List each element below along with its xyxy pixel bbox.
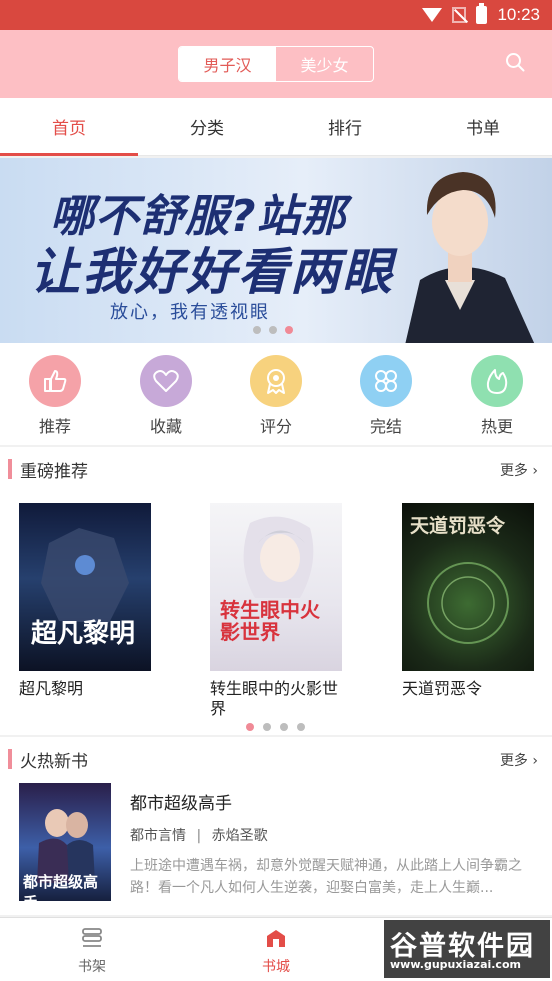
category-recommend[interactable]: 推荐	[20, 355, 90, 437]
flame-icon	[471, 355, 523, 407]
clover-icon	[360, 355, 412, 407]
category-completed[interactable]: 完结	[351, 355, 421, 437]
search-icon[interactable]	[505, 52, 525, 72]
book-title: 超凡黎明	[19, 679, 84, 698]
thumbs-up-icon	[29, 355, 81, 407]
book-cover: 转生眼中火影世界	[210, 503, 342, 671]
more-link[interactable]: 更多 ›	[500, 750, 538, 770]
book-cover: 都市超级高手	[19, 783, 111, 901]
book-title: 天道罚恶令	[402, 679, 483, 698]
banner-headline-2: 让我好好看两眼	[30, 243, 394, 301]
banner-character-image	[405, 172, 535, 343]
tab-category[interactable]: 分类	[138, 98, 276, 155]
section-marker	[8, 749, 12, 769]
book-cover: 天道罚恶令	[402, 503, 534, 671]
book-title: 都市超级高手	[130, 794, 232, 814]
pager-dot[interactable]	[297, 723, 305, 731]
nav-label: 书架	[78, 959, 106, 975]
cover-title: 天道罚恶令	[410, 515, 506, 537]
medal-icon	[250, 355, 302, 407]
gender-tab-female[interactable]: 美少女	[276, 47, 373, 81]
section-header: 火热新书 更多 ›	[0, 737, 552, 781]
cover-title: 都市超级高手	[23, 873, 99, 901]
book-description: 上班途中遭遇车祸，却意外觉醒天赋神通，从此踏上人间争霸之路！看一个凡人如何人生逆…	[130, 858, 522, 896]
tab-ranking[interactable]: 排行	[276, 98, 414, 155]
hot-new-section: 火热新书 更多 › 都市超级高手 都市超级高手 都市言情 | 赤焰圣歌 上班途中…	[0, 737, 552, 915]
pager-dot-active[interactable]	[285, 326, 293, 334]
pager-dot[interactable]	[253, 326, 261, 334]
status-time: 10:23	[497, 5, 540, 24]
banner-pager	[253, 326, 293, 334]
more-link[interactable]: 更多 ›	[500, 460, 538, 480]
section-marker	[8, 459, 12, 479]
more-label: 更多	[499, 753, 528, 769]
book-cover: 超凡黎明	[19, 503, 151, 671]
category-rating[interactable]: 评分	[241, 355, 311, 437]
featured-section: 重磅推荐 更多 › 超凡黎明 超凡黎明 转生眼中火影世界 转生眼中的火影世界 天…	[0, 447, 552, 735]
section-title: 火热新书	[20, 752, 88, 772]
wifi-icon	[422, 8, 443, 22]
book-genre: 都市言情	[130, 828, 186, 844]
chevron-right-icon: ›	[532, 463, 538, 479]
book-card[interactable]: 转生眼中火影世界 转生眼中的火影世界	[210, 503, 342, 719]
nav-label: 书城	[262, 959, 290, 975]
pager-dot[interactable]	[280, 723, 288, 731]
tab-home[interactable]: 首页	[0, 98, 138, 156]
watermark-url: www.gupuxiazai.com	[390, 958, 521, 971]
status-bar: 10:23	[0, 0, 552, 30]
bookshelf-icon	[82, 928, 102, 947]
promo-banner[interactable]: 哪不舒服?站那 让我好好看两眼 放心，我有透视眼	[0, 158, 552, 343]
nav-bookstore[interactable]: 书城	[246, 926, 306, 976]
more-label: 更多	[499, 463, 528, 479]
no-sim-icon	[452, 7, 467, 23]
nav-bookshelf[interactable]: 书架	[62, 926, 122, 976]
category-favorites[interactable]: 收藏	[131, 355, 201, 437]
gender-toggle: 男子汉 美少女	[178, 46, 374, 82]
book-meta: 都市言情 | 赤焰圣歌	[130, 825, 268, 845]
category-label: 推荐	[38, 417, 71, 436]
heart-icon	[140, 355, 192, 407]
category-label: 完结	[369, 417, 402, 436]
category-label: 收藏	[149, 417, 182, 436]
category-label: 评分	[259, 417, 292, 436]
book-list-item[interactable]: 都市超级高手 都市超级高手 都市言情 | 赤焰圣歌 上班途中遭遇车祸，却意外觉醒…	[0, 783, 552, 909]
category-hot-update[interactable]: 热更	[462, 355, 532, 437]
gender-tab-male[interactable]: 男子汉	[179, 47, 276, 81]
pager-dot-active[interactable]	[246, 723, 254, 731]
bookstore-icon	[267, 930, 285, 947]
nav-tabs: 首页 分类 排行 书单	[0, 98, 552, 156]
meta-separator: |	[196, 828, 202, 844]
tab-booklist[interactable]: 书单	[414, 98, 552, 155]
book-card[interactable]: 天道罚恶令 天道罚恶令	[402, 503, 534, 699]
chevron-right-icon: ›	[532, 753, 538, 769]
cover-title: 超凡黎明	[31, 619, 136, 649]
book-card[interactable]: 超凡黎明 超凡黎明	[19, 503, 151, 699]
pager-dot[interactable]	[263, 723, 271, 731]
featured-pager	[246, 723, 305, 731]
app-header: 男子汉 美少女	[0, 30, 552, 98]
watermark-logo: 谷普软件园 www.gupuxiazai.com	[384, 920, 550, 978]
pager-dot[interactable]	[269, 326, 277, 334]
category-label: 热更	[480, 417, 513, 436]
category-shortcuts: 推荐 收藏 评分 完结 热更	[0, 343, 552, 445]
banner-subline: 放心，我有透视眼	[110, 302, 270, 323]
cover-title: 转生眼中火影世界	[220, 598, 320, 644]
book-title: 转生眼中的火影世界	[210, 679, 339, 718]
book-author: 赤焰圣歌	[211, 828, 268, 844]
section-header: 重磅推荐 更多 ›	[0, 447, 552, 491]
section-title: 重磅推荐	[20, 462, 88, 482]
battery-icon	[476, 3, 488, 24]
